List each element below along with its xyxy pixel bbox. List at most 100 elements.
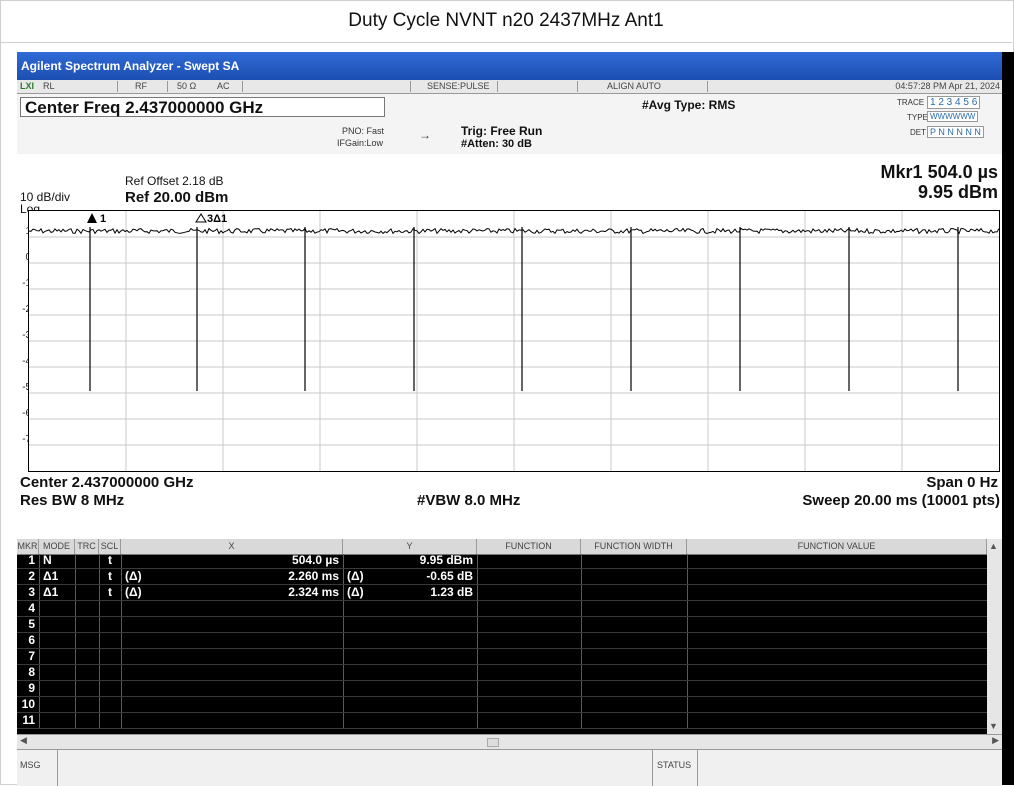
row-divider <box>17 568 987 569</box>
divider <box>242 81 243 92</box>
marker-time-readout: Mkr1 504.0 µs <box>880 162 998 182</box>
pno-label: PNO: Fast <box>342 126 385 136</box>
row-divider <box>17 600 987 601</box>
cell-x <box>161 667 343 678</box>
cell-x <box>161 635 343 646</box>
cell-y: -0.65 dB <box>426 569 473 583</box>
marker-3-label: 3Δ1 <box>207 213 227 225</box>
cell-mkr: 7 <box>28 649 35 663</box>
cell-mkr: 1 <box>28 553 35 567</box>
msg-label: MSG <box>20 760 41 770</box>
vertical-scrollbar[interactable]: ▲ ▼ <box>987 539 1002 734</box>
table-row[interactable]: 9 <box>17 682 987 694</box>
measurement-screen: Ref Offset 2.18 dB 10 dB/div Ref 20.00 d… <box>17 154 1002 539</box>
cell-trc <box>75 587 99 598</box>
cell-mode: Δ1 <box>43 585 59 599</box>
cell-scl <box>99 667 121 678</box>
cell-yd <box>343 699 383 710</box>
coupling-indicator: AC <box>217 81 230 91</box>
ref-level: Ref 20.00 dBm <box>125 189 229 206</box>
trigger-arrow-icon: → <box>419 128 431 142</box>
span-label: Span 0 Hz <box>926 474 998 491</box>
table-row[interactable]: 8 <box>17 665 987 679</box>
cell-yd <box>343 715 383 726</box>
table-row[interactable]: 1 Nt 504.0 µs 9.95 dBm <box>17 553 987 567</box>
cell-mode: N <box>43 553 52 567</box>
marker-table: MKR MODE TRC SCL X Y FUNCTION FUNCTION W… <box>17 539 1002 734</box>
table-row[interactable]: 4 <box>17 602 987 614</box>
page-title: Duty Cycle NVNT n20 2437MHz Ant1 <box>0 0 1012 43</box>
cell-y <box>383 603 477 614</box>
spectrum-analyzer-window: Agilent Spectrum Analyzer - Swept SA LXI… <box>17 52 1002 786</box>
cell-mkr: 3 <box>28 585 35 599</box>
cell-trc <box>75 667 99 678</box>
cell-mode <box>39 619 75 630</box>
trace-svg: 1 3Δ1 <box>28 211 1000 471</box>
cell-trc <box>75 683 99 694</box>
table-header: MKR MODE TRC SCL X Y FUNCTION FUNCTION W… <box>17 539 987 555</box>
marker-2-icon[interactable] <box>195 213 207 223</box>
cell-y <box>383 635 477 646</box>
window-title: Agilent Spectrum Analyzer - Swept SA <box>17 52 1002 80</box>
table-row[interactable]: 3 Δ1 t (Δ) 2.324 ms (Δ) 1.23 dB <box>17 585 987 599</box>
cell-x <box>161 651 343 662</box>
divider <box>410 81 411 92</box>
cell-xd <box>121 683 161 694</box>
divider <box>707 81 708 92</box>
message-bar: MSG STATUS <box>17 749 1002 786</box>
table-row[interactable]: 11 <box>17 713 987 727</box>
cell-x: 504.0 µs <box>292 553 339 567</box>
scroll-down-icon[interactable]: ▼ <box>989 721 998 731</box>
horizontal-scrollbar[interactable]: ◀ ▶ <box>17 734 1002 749</box>
status-row: LXI RL RF 50 Ω AC SENSE:PULSE ALIGN AUTO… <box>17 80 1002 94</box>
table-row[interactable]: 7 <box>17 649 987 663</box>
cell-yd <box>343 619 383 630</box>
cell-trc <box>75 603 99 614</box>
type-label: TYPE <box>907 113 928 122</box>
table-row[interactable]: 5 <box>17 618 987 630</box>
cell-mode <box>39 715 75 726</box>
row-divider <box>17 696 987 697</box>
col-header-function-width: FUNCTION WIDTH <box>581 539 687 554</box>
cell-x <box>161 619 343 630</box>
table-row[interactable]: 10 <box>17 698 987 710</box>
cell-x <box>161 699 343 710</box>
cell-trc <box>75 619 99 630</box>
cell-x <box>161 715 343 726</box>
divider <box>167 81 168 92</box>
cell-yd <box>343 555 383 566</box>
marker-1-label: 1 <box>100 213 106 225</box>
scroll-right-icon[interactable]: ▶ <box>992 735 999 746</box>
cell-xd: (Δ) <box>125 569 142 583</box>
cell-xd <box>121 555 161 566</box>
cell-trc <box>75 699 99 710</box>
marker-1-icon[interactable] <box>87 213 97 223</box>
trace-types[interactable]: WWWWWW <box>927 111 979 122</box>
center-freq-field[interactable]: Center Freq 2.437000000 GHz <box>20 97 385 117</box>
cell-mkr: 11 <box>22 713 35 727</box>
cell-mkr: 8 <box>28 665 35 679</box>
table-row[interactable]: 6 <box>17 634 987 646</box>
cell-xd <box>121 699 161 710</box>
cell-scl: t <box>108 585 112 599</box>
cell-scl: t <box>108 553 112 567</box>
marker-level-readout: 9.95 dBm <box>917 182 998 202</box>
cell-y <box>383 683 477 694</box>
cell-y <box>383 699 477 710</box>
table-row[interactable]: 2 Δ1 t (Δ) 2.260 ms (Δ) -0.65 dB <box>17 569 987 583</box>
scroll-thumb[interactable] <box>487 738 499 747</box>
trace-plot[interactable]: 1 3Δ1 <box>28 210 1000 472</box>
detector-types[interactable]: P N N N N N <box>927 126 984 138</box>
row-divider <box>17 584 987 585</box>
scroll-up-icon[interactable]: ▲ <box>989 541 998 551</box>
scroll-left-icon[interactable]: ◀ <box>20 735 27 746</box>
col-header-trc: TRC <box>75 539 99 554</box>
row-divider <box>17 616 987 617</box>
cell-yd <box>343 635 383 646</box>
divider <box>652 750 653 786</box>
trace-label: TRACE <box>897 98 925 107</box>
cell-scl <box>99 715 121 726</box>
trace-numbers[interactable]: 1 2 3 4 5 6 <box>927 96 981 109</box>
row-divider <box>17 648 987 649</box>
rl-indicator: RL <box>43 81 55 91</box>
